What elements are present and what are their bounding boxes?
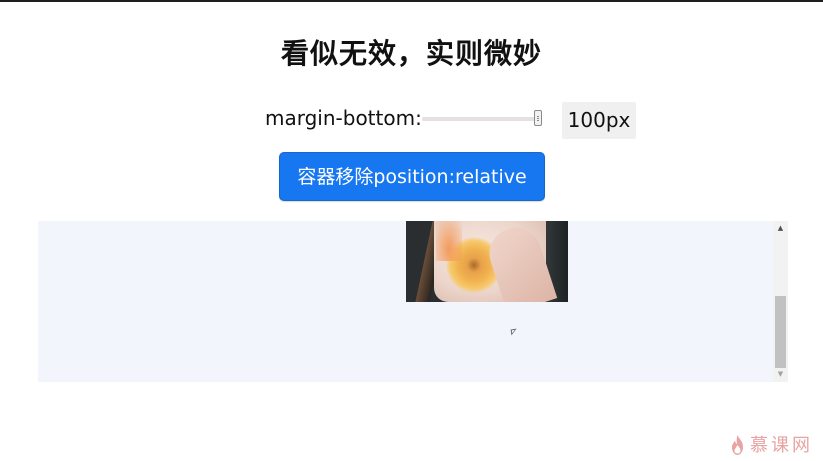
mouse-pointer-icon	[510, 328, 518, 336]
margin-value-display: 100px	[562, 102, 636, 139]
slider-track[interactable]	[422, 117, 542, 121]
margin-bottom-label: margin-bottom:	[265, 106, 422, 130]
top-divider	[0, 0, 823, 2]
scroll-thumb[interactable]	[775, 296, 786, 368]
scroll-down-arrow-icon[interactable]: ▼	[773, 367, 788, 382]
page-title: 看似无效，实则微妙	[280, 37, 542, 70]
slider-thumb[interactable]	[534, 110, 542, 126]
margin-bottom-slider[interactable]	[422, 108, 544, 130]
scroll-up-arrow-icon[interactable]: ▲	[773, 221, 788, 236]
container-scrollbar[interactable]: ▲ ▼	[773, 221, 788, 382]
watermark-text: 慕课网	[750, 435, 813, 456]
remove-position-relative-button[interactable]: 容器移除position:relative	[279, 152, 545, 201]
margin-control-row: margin-bottom: 100px	[0, 100, 823, 140]
demo-photo	[406, 221, 568, 302]
demo-container	[38, 221, 788, 382]
flame-logo-icon	[732, 435, 743, 455]
